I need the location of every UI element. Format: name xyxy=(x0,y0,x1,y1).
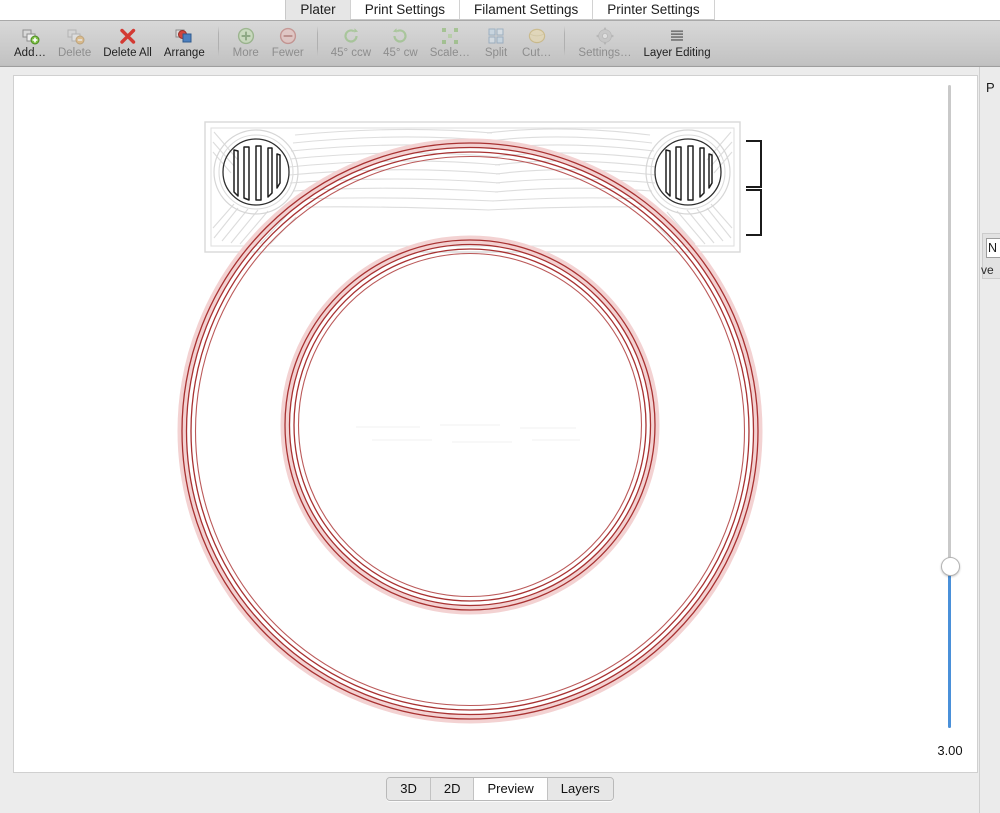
tab-print-settings[interactable]: Print Settings xyxy=(349,0,459,20)
toolbar-separator-3 xyxy=(564,26,566,56)
gcode-preview xyxy=(177,121,763,724)
layer-editing-button-label: Layer Editing xyxy=(643,47,711,59)
plus-circle-icon xyxy=(236,26,256,46)
rotate-cw-icon xyxy=(390,26,410,46)
delete-all-button[interactable]: Delete All xyxy=(97,21,158,66)
main-toolbar: Add… Delete Delete All Arrange More Fewe… xyxy=(0,20,1000,67)
view-mode-switch: 3D 2D Preview Layers xyxy=(0,777,1000,813)
outer-ring-perimeters xyxy=(177,138,763,724)
slider-handle[interactable] xyxy=(941,557,960,576)
minus-circle-icon xyxy=(278,26,298,46)
delete-button[interactable]: Delete xyxy=(52,21,97,66)
split-button-label: Split xyxy=(484,47,508,59)
delete-object-icon xyxy=(65,26,85,46)
right-sidebar-panel: P N ve xyxy=(979,67,1000,813)
right-bearing-detail xyxy=(645,129,731,215)
sidebar-field-fragment: N xyxy=(988,241,998,255)
cut-button[interactable]: Cut… xyxy=(516,21,557,66)
main-tab-bar: Plater Print Settings Filament Settings … xyxy=(0,0,1000,20)
rotate-ccw-button[interactable]: 45° ccw xyxy=(325,21,377,66)
tab-filament-settings[interactable]: Filament Settings xyxy=(458,0,593,20)
delete-all-icon xyxy=(118,26,138,46)
view-button-preview[interactable]: Preview xyxy=(473,778,547,800)
view-button-layers[interactable]: Layers xyxy=(546,778,613,800)
delete-button-label: Delete xyxy=(57,47,92,59)
split-icon xyxy=(486,26,506,46)
delete-all-button-label: Delete All xyxy=(103,47,152,59)
bracket-shape xyxy=(746,140,762,236)
more-button[interactable]: More xyxy=(226,21,266,66)
rotate-cw-button-label: 45° cw xyxy=(383,47,418,59)
scale-button[interactable]: Scale… xyxy=(424,21,476,66)
cut-icon xyxy=(527,26,547,46)
plater-canvas[interactable] xyxy=(13,75,978,773)
fewer-button-label: Fewer xyxy=(271,47,304,59)
settings-gear-icon xyxy=(595,26,615,46)
left-bearing-detail xyxy=(213,129,299,215)
arrange-button[interactable]: Arrange xyxy=(158,21,211,66)
layer-editing-button[interactable]: Layer Editing xyxy=(637,21,716,66)
scale-button-label: Scale… xyxy=(429,47,470,59)
tab-printer-settings[interactable]: Printer Settings xyxy=(592,0,715,20)
rotate-ccw-button-label: 45° ccw xyxy=(330,47,372,59)
more-button-label: More xyxy=(232,47,259,59)
application-window: Plater Print Settings Filament Settings … xyxy=(0,0,1000,813)
settings-button-label: Settings… xyxy=(578,47,632,59)
rotate-ccw-icon xyxy=(341,26,361,46)
layer-height-slider[interactable]: 3.00 xyxy=(936,80,964,770)
settings-button[interactable]: Settings… xyxy=(572,21,637,66)
fewer-button[interactable]: Fewer xyxy=(266,21,310,66)
arrange-icon xyxy=(174,26,194,46)
faint-travel-moves xyxy=(356,424,580,443)
scale-icon xyxy=(440,26,460,46)
arrange-button-label: Arrange xyxy=(163,47,205,59)
toolbar-separator-2 xyxy=(316,26,318,56)
tab-plater[interactable]: Plater xyxy=(285,0,350,20)
add-button[interactable]: Add… xyxy=(8,21,52,66)
slider-value-label: 3.00 xyxy=(937,743,963,758)
view-button-3d[interactable]: 3D xyxy=(387,778,430,800)
add-button-label: Add… xyxy=(14,47,46,59)
sidebar-sub-fragment: ve xyxy=(981,263,994,277)
split-button[interactable]: Split xyxy=(476,21,516,66)
rotate-cw-button[interactable]: 45° cw xyxy=(377,21,424,66)
slider-track-fill xyxy=(948,572,951,728)
add-object-icon xyxy=(20,26,40,46)
view-button-2d[interactable]: 2D xyxy=(429,778,474,800)
layer-editing-icon xyxy=(667,26,687,46)
sidebar-title-fragment: P xyxy=(986,80,995,95)
toolbar-separator-1 xyxy=(217,26,219,56)
cut-button-label: Cut… xyxy=(522,47,552,59)
